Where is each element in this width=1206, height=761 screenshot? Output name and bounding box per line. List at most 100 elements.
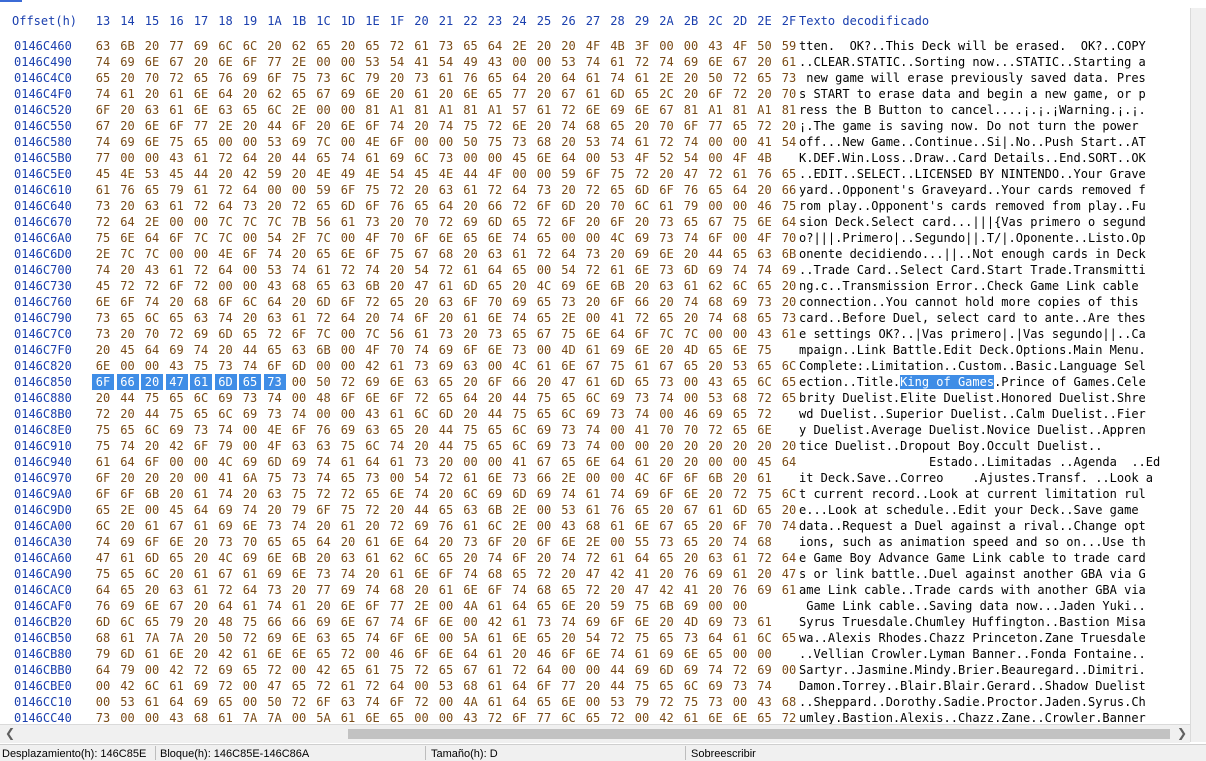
hex-byte[interactable]: 70	[778, 86, 800, 102]
hex-byte[interactable]: 43	[166, 710, 188, 724]
hex-byte[interactable]: 66	[264, 614, 286, 630]
hex-byte[interactable]: 61	[337, 518, 359, 534]
hex-byte[interactable]: 6F	[215, 294, 237, 310]
hex-byte[interactable]: 00	[607, 422, 629, 438]
hex-byte[interactable]: 45	[754, 454, 776, 470]
hex-byte[interactable]: 4C	[215, 454, 237, 470]
hex-byte[interactable]: 6B	[117, 38, 139, 54]
hex-byte[interactable]: 6F	[166, 118, 188, 134]
hex-byte[interactable]: 6E	[558, 694, 580, 710]
hex-byte[interactable]: 6F	[411, 310, 433, 326]
hex-byte[interactable]: 72	[337, 646, 359, 662]
hex-byte[interactable]: 20	[754, 182, 776, 198]
hex-byte[interactable]: 75	[778, 198, 800, 214]
hex-byte[interactable]: 72	[729, 662, 751, 678]
hex-byte[interactable]: 66	[778, 182, 800, 198]
hex-byte[interactable]: 6E	[631, 614, 653, 630]
hex-byte[interactable]: 20	[117, 518, 139, 534]
hex-byte[interactable]: 20	[190, 534, 212, 550]
hex-byte[interactable]: 64	[337, 310, 359, 326]
hex-byte[interactable]: 20	[582, 198, 604, 214]
hex-byte[interactable]: 65	[509, 262, 531, 278]
hex-byte[interactable]: 00	[729, 230, 751, 246]
hex-row[interactable]: 0146C6D0 2E 7C 7C 00 00 4E 6F 74 20 65 6E…	[0, 246, 1190, 262]
hex-byte[interactable]: 69	[166, 342, 188, 358]
hex-byte[interactable]: 67	[533, 454, 555, 470]
hex-byte[interactable]: 6F	[264, 70, 286, 86]
hex-byte[interactable]: 76	[215, 70, 237, 86]
hex-row[interactable]: 0146C790 73 65 6C 65 63 74 20 63 61 72 64…	[0, 310, 1190, 326]
hex-byte[interactable]: 72	[435, 262, 457, 278]
hex-byte[interactable]: 45	[166, 166, 188, 182]
hex-byte[interactable]: 73	[778, 70, 800, 86]
hex-byte[interactable]: 61	[607, 262, 629, 278]
hex-byte[interactable]: 73	[411, 70, 433, 86]
hex-byte[interactable]: 00	[288, 710, 310, 724]
hex-byte[interactable]: 72	[533, 214, 555, 230]
hex-byte[interactable]: 68	[533, 582, 555, 598]
hex-byte[interactable]: 65	[729, 374, 751, 390]
hex-byte[interactable]: 61	[166, 678, 188, 694]
hex-byte[interactable]: 6C	[141, 422, 163, 438]
hex-row[interactable]: 0146CBB0 64 79 00 42 72 69 65 72 00 42 65…	[0, 662, 1190, 678]
hex-byte[interactable]: 54	[411, 262, 433, 278]
decoded-text[interactable]: ..Sheppard..Dorothy.Sadie.Proctor.Jaden.…	[799, 694, 1184, 710]
hex-byte[interactable]: 73	[92, 310, 114, 326]
hex-byte[interactable]: 65	[754, 70, 776, 86]
hex-byte[interactable]: 69	[533, 486, 555, 502]
hex-byte[interactable]: 2E	[509, 518, 531, 534]
hex-byte[interactable]: 69	[778, 262, 800, 278]
hex-byte[interactable]: 65	[484, 278, 506, 294]
hex-byte[interactable]: 00	[337, 358, 359, 374]
hex-byte[interactable]: 42	[656, 710, 678, 724]
hex-byte[interactable]: 69	[313, 614, 335, 630]
hex-byte[interactable]: 6B	[778, 246, 800, 262]
hex-byte[interactable]: 65	[166, 310, 188, 326]
hex-byte[interactable]: 70	[141, 70, 163, 86]
hex-byte[interactable]: 75	[141, 390, 163, 406]
hex-byte[interactable]: 6F	[656, 486, 678, 502]
hex-byte[interactable]: 53	[729, 358, 751, 374]
hex-byte[interactable]: 44	[460, 166, 482, 182]
hex-byte[interactable]: 6E	[582, 326, 604, 342]
decoded-text[interactable]: ions, such as animation speed and so on.…	[799, 534, 1184, 550]
hex-byte[interactable]: 4E	[362, 134, 384, 150]
hex-byte[interactable]: 00	[239, 438, 261, 454]
hex-byte[interactable]: 72	[631, 54, 653, 70]
hex-byte[interactable]: 65	[239, 662, 261, 678]
hex-byte[interactable]: 00	[288, 390, 310, 406]
hex-byte[interactable]: 64	[190, 502, 212, 518]
hex-byte[interactable]: 61	[190, 182, 212, 198]
hex-byte[interactable]: 65	[778, 630, 800, 646]
hex-byte[interactable]: 00	[411, 678, 433, 694]
hex-byte[interactable]: 20	[754, 54, 776, 70]
hex-byte[interactable]: 61	[239, 646, 261, 662]
hex-byte[interactable]: 73	[509, 134, 531, 150]
hex-byte[interactable]: 61	[484, 646, 506, 662]
hex-byte[interactable]: 61	[705, 502, 727, 518]
hex-byte[interactable]: 63	[754, 246, 776, 262]
hex-byte[interactable]: 20	[435, 86, 457, 102]
hex-row[interactable]: 0146C850 6F 66 20 47 61 6D 65 73 00 50 72…	[0, 374, 1190, 390]
hex-byte[interactable]: 6E	[435, 614, 457, 630]
hex-byte[interactable]: 74	[705, 310, 727, 326]
hex-byte[interactable]: 64	[729, 182, 751, 198]
hex-byte[interactable]: 72	[190, 198, 212, 214]
hex-byte[interactable]: 20	[582, 294, 604, 310]
hex-byte[interactable]: 76	[386, 198, 408, 214]
hex-byte[interactable]: 74	[680, 294, 702, 310]
hex-byte[interactable]: 6F	[117, 486, 139, 502]
hex-byte[interactable]: 00	[288, 662, 310, 678]
hex-byte[interactable]: 69	[411, 518, 433, 534]
hex-row[interactable]: 0146C5B0 77 00 00 43 61 72 64 20 44 65 74…	[0, 150, 1190, 166]
hex-byte[interactable]: 77	[92, 150, 114, 166]
hex-byte[interactable]: 54	[264, 230, 286, 246]
hex-byte[interactable]: 61	[117, 86, 139, 102]
hex-byte[interactable]: 7A	[239, 710, 261, 724]
hex-byte[interactable]: 74	[729, 262, 751, 278]
hex-byte[interactable]: 61	[631, 646, 653, 662]
hex-byte[interactable]: 47	[411, 278, 433, 294]
hex-byte[interactable]: 20	[656, 294, 678, 310]
hex-byte[interactable]: 72	[313, 486, 335, 502]
hex-byte[interactable]: 49	[337, 166, 359, 182]
